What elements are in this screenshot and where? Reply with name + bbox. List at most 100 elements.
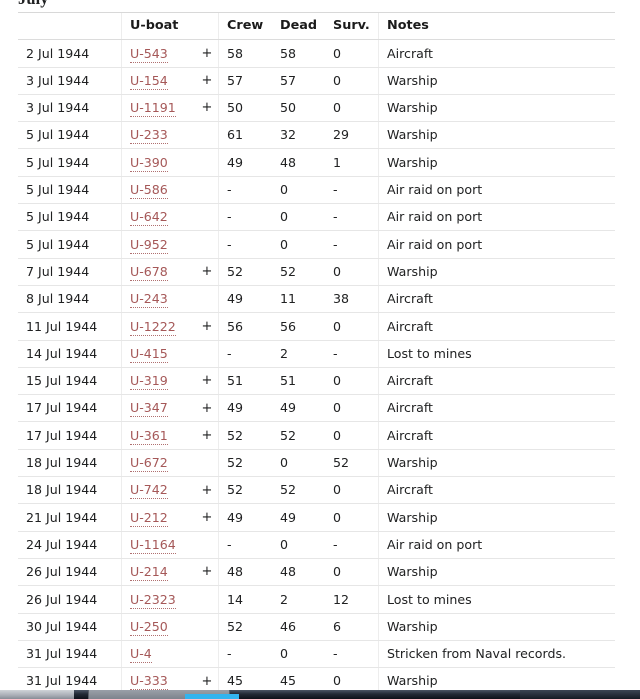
uboat-link[interactable]: U-1164 (130, 536, 176, 554)
cell-uboat: U-347 (121, 394, 196, 423)
uboat-link[interactable]: U-390 (130, 154, 168, 172)
uboat-link[interactable]: U-672 (130, 455, 168, 473)
column-header-surv: Surv. (325, 11, 379, 41)
table-row: 15 Jul 1944 U-319 +51 51 0 Aircraft (18, 367, 615, 396)
cell-crew: 48 (218, 558, 272, 587)
cell-notes: Warship (378, 558, 615, 587)
uboat-link[interactable]: U-586 (130, 182, 168, 200)
table-row: 5 Jul 1944 U-390 49 48 1 Warship (18, 148, 615, 177)
cell-uboat: U-4 (121, 640, 196, 669)
uboat-link[interactable]: U-250 (130, 618, 168, 636)
uboat-link[interactable]: U-212 (130, 509, 168, 527)
cell-date: 18 Jul 1944 (18, 449, 122, 478)
cell-crew: 57 (218, 67, 272, 95)
table-row: 5 Jul 1944 U-952-0- Air raid on port (18, 230, 615, 259)
cell-date: 21 Jul 1944 (18, 503, 122, 532)
cell-uboat: U-390 (121, 148, 196, 177)
plus-icon: + (201, 100, 213, 116)
uboat-link[interactable]: U-952 (130, 236, 168, 254)
cell-sunk-marker (196, 148, 219, 177)
table-row: 3 Jul 1944 U-154 +57 57 0 Warship (18, 67, 615, 95)
uboat-link[interactable]: U-214 (130, 564, 168, 582)
cell-crew: 50 (218, 94, 272, 123)
cell-date: 24 Jul 1944 (18, 531, 122, 559)
uboat-link[interactable]: U-2323 (130, 591, 176, 609)
uboat-link[interactable]: U-154 (130, 72, 168, 90)
cell-dead: 52 (272, 476, 325, 505)
cell-date: 5 Jul 1944 (18, 203, 122, 232)
taskbar-system-tray[interactable] (520, 690, 640, 699)
cell-notes: Air raid on port (378, 176, 615, 205)
cell-uboat: U-952 (121, 230, 196, 259)
cell-dead: 46 (272, 613, 325, 641)
table-row: 3 Jul 1944 U-1191 +50 50 0 Warship (18, 94, 615, 123)
cell-notes: Warship (378, 503, 615, 532)
cell-sunk-marker: + (196, 39, 219, 68)
uboat-link[interactable]: U-347 (130, 400, 168, 418)
cell-date: 18 Jul 1944 (18, 476, 122, 505)
cell-crew: 52 (218, 476, 272, 505)
table-row: 14 Jul 1944 U-415-2- Lost to mines (18, 340, 615, 368)
cell-sunk-marker (196, 285, 219, 314)
cell-uboat: U-212 (121, 503, 196, 532)
cell-crew: - (218, 531, 272, 559)
cell-survivors: 0 (325, 476, 379, 505)
cell-sunk-marker: + (196, 367, 219, 396)
cell-uboat: U-361 (121, 421, 196, 450)
uboat-link[interactable]: U-243 (130, 291, 168, 309)
uboat-link[interactable]: U-333 (130, 673, 168, 691)
cell-uboat: U-154 (121, 67, 196, 95)
column-header-dead: Dead (272, 11, 325, 41)
table-body: 2 Jul 1944 U-543 +58 58 0 Aircraft 3 Jul 1944 U… (18, 39, 615, 696)
cell-sunk-marker (196, 203, 219, 232)
cell-survivors: 29 (325, 121, 379, 150)
uboat-link[interactable]: U-1222 (130, 318, 176, 336)
uboat-link[interactable]: U-742 (130, 482, 168, 500)
uboat-link[interactable]: U-415 (130, 345, 168, 363)
cell-sunk-marker: + (196, 421, 219, 450)
cell-uboat: U-672 (121, 449, 196, 478)
cell-crew: - (218, 340, 272, 368)
uboat-link[interactable]: U-642 (130, 209, 168, 227)
table-row: 30 Jul 1944 U-250 52 46 6 Warship (18, 613, 615, 641)
cell-dead: 52 (272, 421, 325, 450)
cell-survivors: 6 (325, 613, 379, 641)
cell-date: 8 Jul 1944 (18, 285, 122, 314)
table-row: 5 Jul 1944 U-586-0- Air raid on port (18, 176, 615, 205)
cell-crew: 49 (218, 148, 272, 177)
uboat-link[interactable]: U-361 (130, 427, 168, 445)
cell-date: 11 Jul 1944 (18, 312, 122, 341)
cell-crew: 56 (218, 312, 272, 341)
cell-survivors: - (325, 176, 379, 205)
cell-crew: 52 (218, 613, 272, 641)
cell-notes: Air raid on port (378, 531, 615, 559)
cell-survivors: 0 (325, 258, 379, 286)
cell-survivors: 0 (325, 312, 379, 341)
taskbar-window-item[interactable] (88, 690, 239, 699)
uboat-link[interactable]: U-319 (130, 373, 168, 391)
cell-crew: 58 (218, 39, 272, 68)
uboat-link[interactable]: U-543 (130, 45, 168, 63)
uboat-link[interactable]: U-233 (130, 127, 168, 145)
cell-dead: 48 (272, 558, 325, 587)
plus-icon: + (201, 373, 213, 389)
table-row: 21 Jul 1944 U-212 +49 49 0 Warship (18, 503, 615, 532)
cell-uboat: U-678 (121, 258, 196, 286)
taskbar-start-button[interactable] (0, 690, 74, 699)
cell-dead: 32 (272, 121, 325, 150)
uboat-link[interactable]: U-4 (130, 646, 152, 664)
plus-icon: + (201, 509, 213, 525)
cell-date: 5 Jul 1944 (18, 230, 122, 259)
uboat-link[interactable]: U-678 (130, 263, 168, 281)
cell-survivors: - (325, 531, 379, 559)
cell-notes: Warship (378, 148, 615, 177)
cell-notes: Aircraft (378, 394, 615, 423)
table-row: 11 Jul 1944 U-1222 +56 56 0 Aircraft (18, 312, 615, 341)
cell-date: 3 Jul 1944 (18, 94, 122, 123)
cell-sunk-marker (196, 531, 219, 559)
cell-dead: 49 (272, 394, 325, 423)
cell-dead: 51 (272, 367, 325, 396)
taskbar[interactable] (0, 690, 640, 699)
uboat-link[interactable]: U-1191 (130, 100, 176, 118)
column-header-notes: Notes (378, 11, 615, 41)
